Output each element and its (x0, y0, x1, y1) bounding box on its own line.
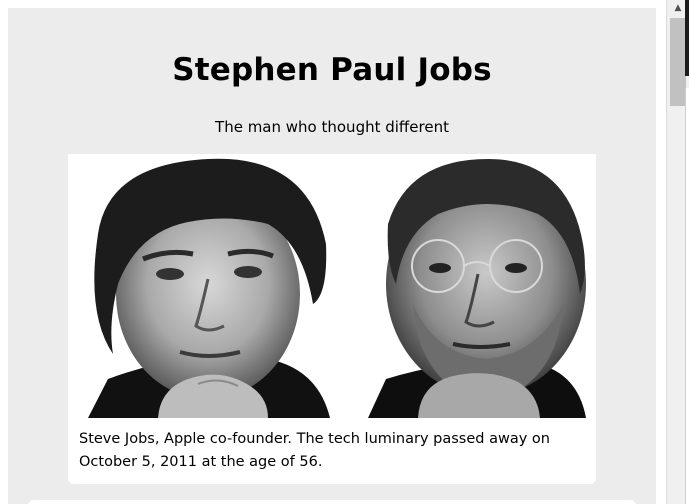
scroll-thumb[interactable] (670, 18, 686, 106)
steve-jobs-photo (68, 154, 596, 418)
page-subtitle: The man who thought different (215, 118, 449, 136)
figure-card: Steve Jobs, Apple co-founder. The tech l… (68, 154, 596, 484)
next-section-card (28, 500, 636, 504)
page-title: Stephen Paul Jobs (172, 52, 492, 88)
young-portrait (88, 158, 330, 418)
older-portrait (368, 159, 586, 418)
window-edge-lower (685, 88, 689, 504)
browser-viewport: Stephen Paul Jobs The man who thought di… (0, 0, 689, 504)
window-edge (685, 0, 689, 76)
photo-caption: Steve Jobs, Apple co-founder. The tech l… (79, 431, 550, 470)
